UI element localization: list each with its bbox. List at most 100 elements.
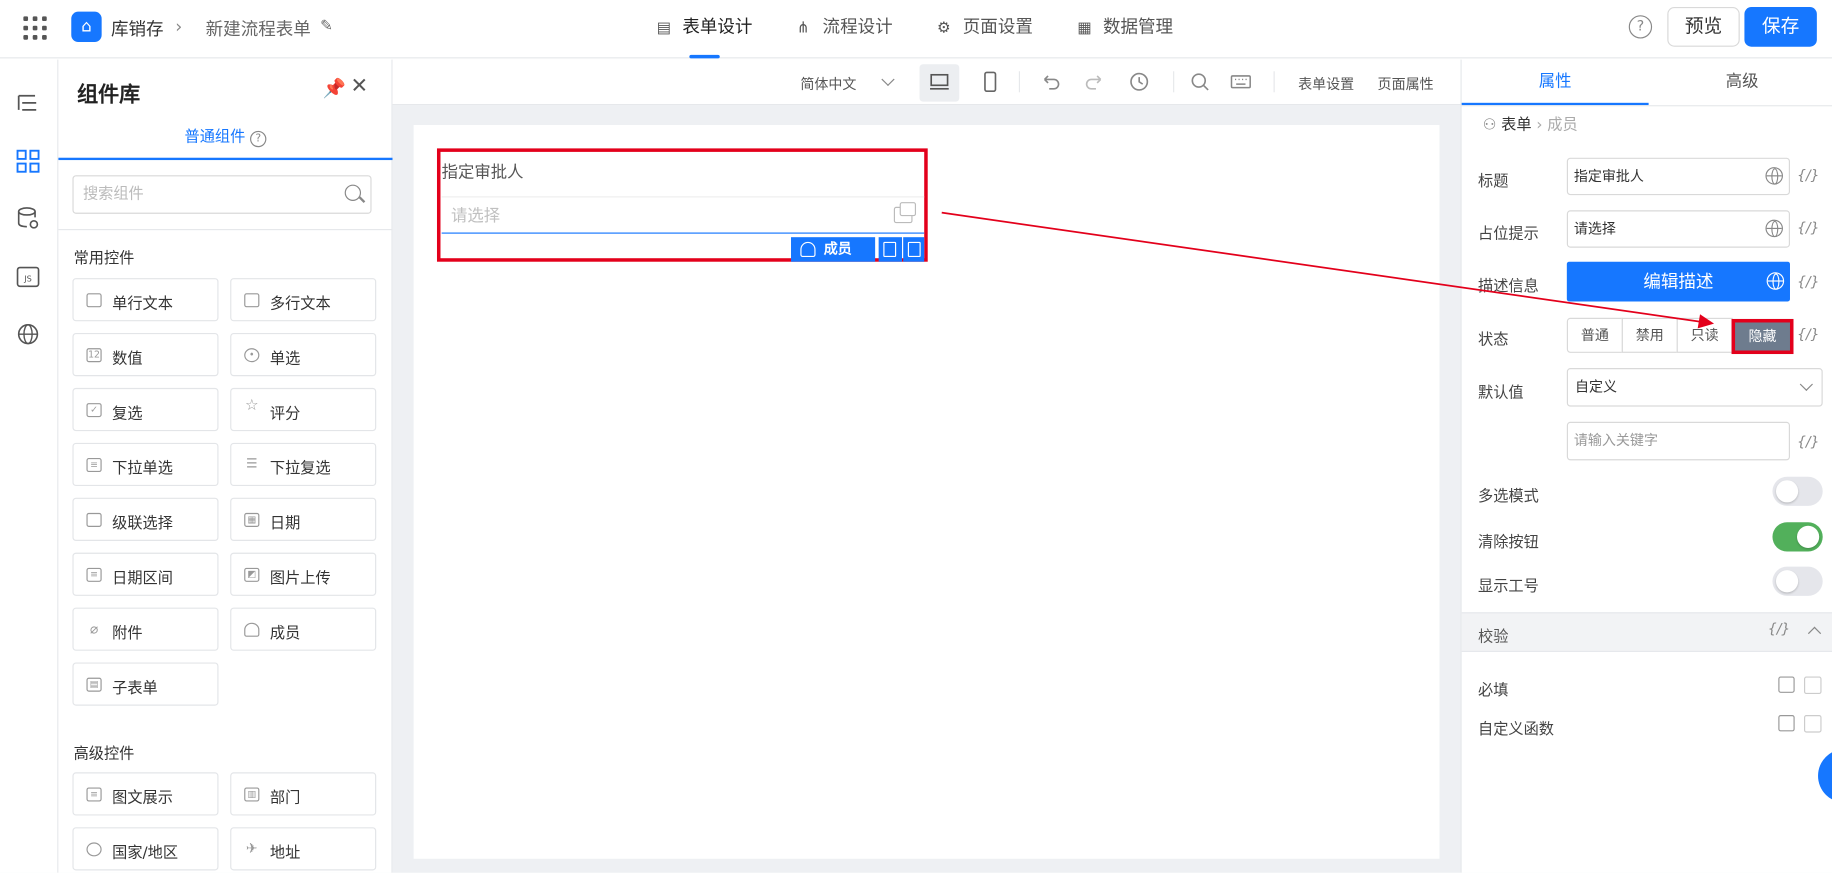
undo-icon[interactable] bbox=[1040, 71, 1061, 92]
app-name[interactable]: 库销存 bbox=[111, 16, 164, 41]
expression-icon[interactable]: {/} bbox=[1797, 167, 1820, 183]
tab-flow-design[interactable]: ⋔ 流程设计 bbox=[797, 14, 893, 58]
tab-page-settings[interactable]: ⚙ 页面设置 bbox=[937, 14, 1033, 58]
multi-toggle[interactable] bbox=[1772, 476, 1823, 506]
page-props-link[interactable]: 页面属性 bbox=[1378, 74, 1434, 94]
status-normal[interactable]: 普通 bbox=[1566, 317, 1623, 353]
comp-single-text[interactable]: 单行文本 bbox=[72, 278, 219, 322]
image-icon: ◩ bbox=[244, 567, 260, 582]
desktop-icon[interactable] bbox=[929, 71, 950, 92]
globe-icon[interactable] bbox=[1766, 272, 1785, 290]
outline-icon[interactable] bbox=[15, 91, 41, 117]
chevron-up-icon[interactable] bbox=[1807, 626, 1822, 640]
comp-country[interactable]: 国家/地区 bbox=[72, 827, 219, 871]
edit-icon[interactable] bbox=[1778, 676, 1795, 693]
search-icon[interactable] bbox=[344, 184, 362, 201]
history-icon[interactable] bbox=[1129, 71, 1150, 92]
comp-label: 图文展示 bbox=[112, 789, 173, 808]
validation-section[interactable]: 校验 {/} bbox=[1461, 612, 1832, 652]
comp-date-range[interactable]: ≡ 日期区间 bbox=[72, 552, 219, 596]
redo-icon[interactable] bbox=[1084, 71, 1105, 92]
search-input[interactable] bbox=[80, 176, 326, 212]
member-field[interactable]: 指定审批人 请选择 成员 bbox=[436, 148, 928, 262]
database-icon[interactable] bbox=[15, 206, 41, 232]
title-input[interactable]: 指定审批人 bbox=[1566, 157, 1790, 196]
default-select[interactable]: 自定义 bbox=[1566, 368, 1823, 407]
expression-icon[interactable]: {/} bbox=[1797, 273, 1820, 289]
edit-icon[interactable] bbox=[1778, 715, 1795, 732]
edit-description-button[interactable]: 编辑描述 bbox=[1566, 261, 1790, 302]
comp-address[interactable]: ✈ 地址 bbox=[230, 827, 377, 871]
tab-common-components[interactable]: 普通组件 ? bbox=[58, 125, 393, 161]
field-select[interactable]: 请选择 bbox=[441, 196, 925, 234]
toggle-knob bbox=[1775, 480, 1799, 503]
jobno-label: 显示工号 bbox=[1478, 578, 1539, 596]
desc-label: 描述信息 bbox=[1478, 278, 1539, 296]
comp-checkbox[interactable]: ✓ 复选 bbox=[72, 387, 219, 432]
expression-icon[interactable]: {/} bbox=[1797, 220, 1820, 236]
comp-dropdown-multi[interactable]: ☰ 下拉复选 bbox=[230, 442, 377, 487]
status-readonly[interactable]: 只读 bbox=[1676, 317, 1733, 353]
text-field-icon bbox=[86, 293, 102, 308]
validation-title: 校验 bbox=[1478, 628, 1509, 647]
breadcrumb-form[interactable]: 表单 bbox=[1501, 117, 1531, 135]
copy-icon[interactable] bbox=[893, 202, 917, 224]
delete-icon[interactable] bbox=[903, 237, 925, 262]
tab-properties[interactable]: 属性 bbox=[1461, 60, 1649, 106]
pin-icon[interactable]: 📌 bbox=[322, 77, 345, 99]
form-settings-link[interactable]: 表单设置 bbox=[1298, 74, 1354, 94]
edit-icon[interactable]: ✎ bbox=[320, 18, 333, 36]
keyboard-icon[interactable] bbox=[1230, 71, 1251, 92]
status-label: 状态 bbox=[1478, 331, 1509, 350]
components-icon[interactable] bbox=[15, 148, 41, 174]
breadcrumb: ⚇ 表单 › 成员 bbox=[1483, 112, 1578, 135]
help-icon[interactable]: ? bbox=[1628, 15, 1653, 39]
comp-image-upload[interactable]: ◩ 图片上传 bbox=[230, 552, 377, 596]
user-icon bbox=[800, 241, 816, 258]
chevron-down-icon[interactable] bbox=[881, 72, 895, 87]
comp-label: 成员 bbox=[269, 625, 301, 643]
comp-rich-display[interactable]: ≡ 图文展示 bbox=[72, 772, 219, 816]
expression-icon[interactable]: {/} bbox=[1768, 620, 1791, 636]
comp-date[interactable]: ▦ 日期 bbox=[230, 497, 377, 541]
checkbox-icon: ✓ bbox=[86, 403, 102, 418]
tab-form-design[interactable]: ▤ 表单设计 bbox=[657, 14, 752, 59]
js-icon[interactable]: JS bbox=[15, 264, 41, 290]
comp-radio[interactable]: • 单选 bbox=[230, 332, 377, 377]
placeholder-input[interactable]: 请选择 bbox=[1566, 210, 1790, 248]
keyword-input[interactable]: 请输入关键字 bbox=[1566, 421, 1790, 461]
comp-member[interactable]: 成员 bbox=[230, 607, 377, 651]
globe-icon[interactable] bbox=[15, 321, 41, 347]
comp-attachment[interactable]: ⌀ 附件 bbox=[72, 607, 219, 651]
comp-department[interactable]: ▥ 部门 bbox=[230, 772, 377, 816]
form-name[interactable]: 新建流程表单 bbox=[206, 16, 311, 41]
comp-subform[interactable]: ▤ 子表单 bbox=[72, 662, 219, 706]
expression-icon[interactable]: {/} bbox=[1797, 326, 1820, 342]
expression-icon[interactable]: {/} bbox=[1797, 433, 1820, 449]
clear-toggle[interactable] bbox=[1772, 522, 1823, 552]
required-checkbox[interactable] bbox=[1804, 676, 1822, 695]
comp-dropdown-single[interactable]: ≡ 下拉单选 bbox=[72, 442, 219, 487]
mobile-icon[interactable] bbox=[979, 71, 1000, 92]
comp-rating[interactable]: ☆ 评分 bbox=[230, 387, 377, 432]
app-grid-icon[interactable] bbox=[23, 16, 47, 40]
comp-label: 级联选择 bbox=[112, 515, 173, 533]
globe-icon[interactable] bbox=[1765, 219, 1783, 238]
custom-fn-checkbox[interactable] bbox=[1804, 715, 1822, 733]
comp-cascade[interactable]: 级联选择 bbox=[72, 497, 219, 541]
language-select[interactable]: 简体中文 bbox=[800, 74, 856, 94]
jobno-toggle[interactable] bbox=[1772, 566, 1823, 596]
tab-data-management[interactable]: ▦ 数据管理 bbox=[1077, 14, 1173, 58]
globe-icon[interactable] bbox=[1765, 167, 1783, 185]
tab-advanced[interactable]: 高级 bbox=[1649, 60, 1832, 106]
dropdown-icon: ≡ bbox=[86, 458, 102, 473]
status-hidden[interactable]: 隐藏 bbox=[1731, 318, 1794, 355]
comp-multi-text[interactable]: 多行文本 bbox=[230, 278, 377, 322]
search-icon[interactable] bbox=[1189, 71, 1210, 92]
copy-field-icon[interactable] bbox=[878, 237, 903, 262]
close-icon[interactable]: ✕ bbox=[351, 74, 369, 99]
preview-button[interactable]: 预览 bbox=[1667, 7, 1740, 47]
comp-number[interactable]: 12 数值 bbox=[72, 332, 219, 377]
status-disabled[interactable]: 禁用 bbox=[1621, 317, 1678, 353]
save-button[interactable]: 保存 bbox=[1744, 7, 1817, 47]
